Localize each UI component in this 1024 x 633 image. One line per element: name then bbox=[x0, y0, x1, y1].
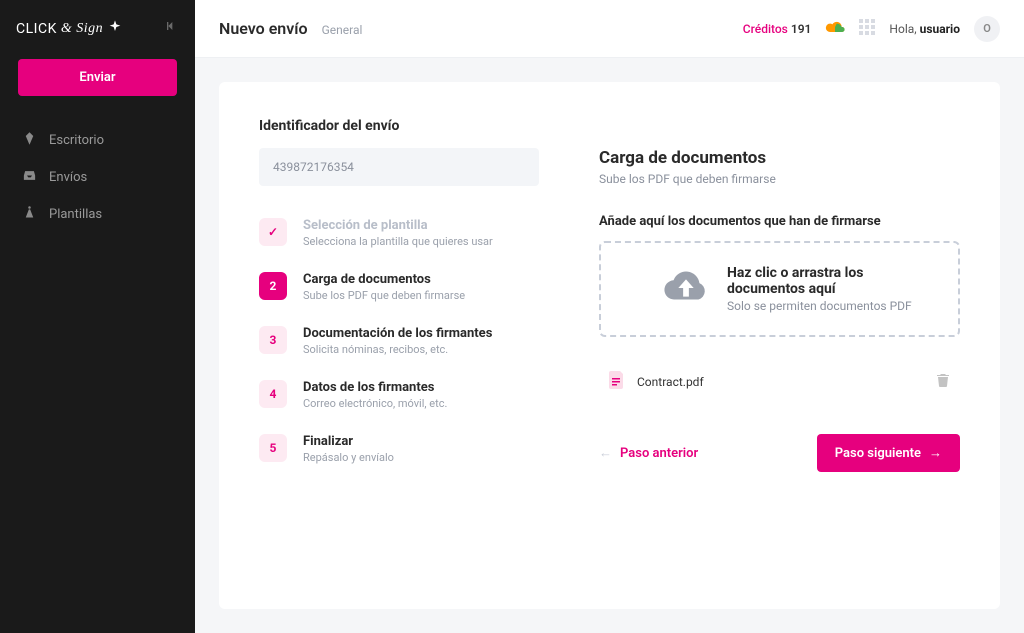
step-badge: 4 bbox=[259, 380, 287, 408]
step-content: Documentación de los firmantes Solicita … bbox=[303, 326, 539, 356]
upload-column: Carga de documentos Sube los PDF que deb… bbox=[599, 118, 960, 573]
next-step-button[interactable]: Paso siguiente → bbox=[817, 434, 960, 472]
greeting-user: usuario bbox=[920, 22, 960, 36]
user-greeting: Hola, usuario bbox=[889, 22, 960, 36]
logo-row: CLICK & Sign bbox=[0, 18, 195, 59]
next-label: Paso siguiente bbox=[835, 446, 921, 461]
arrow-right-icon: → bbox=[929, 445, 942, 461]
topbar-left: Nuevo envío General bbox=[219, 19, 362, 38]
upload-heading: Carga de documentos bbox=[599, 148, 960, 168]
credits-value: 191 bbox=[791, 22, 812, 36]
dropzone-sub: Solo se permiten documentos PDF bbox=[727, 299, 936, 313]
main-area: Nuevo envío General Créditos 191 Hola, u… bbox=[195, 0, 1024, 633]
prev-label: Paso anterior bbox=[620, 446, 698, 461]
step-content: Finalizar Repásalo y envíalo bbox=[303, 434, 539, 464]
sidebar-item-sends[interactable]: Envíos bbox=[0, 159, 195, 196]
topbar: Nuevo envío General Créditos 191 Hola, u… bbox=[195, 0, 1024, 58]
step-title: Carga de documentos bbox=[303, 272, 539, 287]
pdf-file-icon bbox=[609, 371, 625, 392]
page-title: Nuevo envío bbox=[219, 19, 308, 38]
file-name: Contract.pdf bbox=[637, 375, 924, 389]
wizard-step-1[interactable]: ✓ Selección de plantilla Selecciona la p… bbox=[259, 206, 539, 260]
rocket-icon bbox=[107, 19, 123, 39]
brand-text-a: CLICK bbox=[16, 21, 57, 37]
wizard-column: Identificador del envío 439872176354 ✓ S… bbox=[259, 118, 539, 573]
file-row: Contract.pdf bbox=[599, 359, 960, 404]
inbox-icon bbox=[22, 168, 37, 187]
arrow-left-icon: ← bbox=[599, 445, 612, 461]
identifier-label: Identificador del envío bbox=[259, 118, 539, 134]
apps-grid-icon[interactable] bbox=[859, 19, 875, 38]
collapse-sidebar-button[interactable] bbox=[163, 18, 179, 39]
sidebar-item-label: Escritorio bbox=[49, 133, 104, 148]
credits-label: Créditos bbox=[743, 22, 788, 36]
content-card: Identificador del envío 439872176354 ✓ S… bbox=[219, 82, 1000, 609]
brand-amp: & bbox=[61, 21, 72, 37]
dropzone[interactable]: Haz clic o arrastra los documentos aquí … bbox=[599, 241, 960, 337]
topbar-right: Créditos 191 Hola, usuario O bbox=[743, 16, 1000, 42]
avatar[interactable]: O bbox=[974, 16, 1000, 42]
step-content: Datos de los firmantes Correo electrónic… bbox=[303, 380, 539, 410]
wizard-step-5[interactable]: 5 Finalizar Repásalo y envíalo bbox=[259, 422, 539, 476]
cloud-upload-icon bbox=[623, 267, 709, 311]
step-title: Selección de plantilla bbox=[303, 218, 539, 233]
wizard-step-2[interactable]: 2 Carga de documentos Sube los PDF que d… bbox=[259, 260, 539, 314]
wizard-step-3[interactable]: 3 Documentación de los firmantes Solicit… bbox=[259, 314, 539, 368]
sidebar-item-label: Envíos bbox=[49, 170, 87, 185]
step-desc: Sube los PDF que deben firmarse bbox=[303, 289, 539, 302]
prev-step-button[interactable]: ← Paso anterior bbox=[599, 445, 698, 461]
dropzone-title: Haz clic o arrastra los documentos aquí bbox=[727, 265, 936, 297]
brand-text-b: Sign bbox=[76, 21, 103, 37]
step-badge: 3 bbox=[259, 326, 287, 354]
dropzone-text: Haz clic o arrastra los documentos aquí … bbox=[727, 265, 936, 313]
step-title: Datos de los firmantes bbox=[303, 380, 539, 395]
page-subtitle: General bbox=[322, 23, 363, 37]
step-desc: Repásalo y envíalo bbox=[303, 451, 539, 464]
compass-icon bbox=[22, 205, 37, 224]
upload-sub: Sube los PDF que deben firmarse bbox=[599, 172, 960, 186]
step-desc: Solicita nóminas, recibos, etc. bbox=[303, 343, 539, 356]
step-title: Documentación de los firmantes bbox=[303, 326, 539, 341]
sidebar-item-label: Plantillas bbox=[49, 207, 102, 222]
diamond-icon bbox=[22, 131, 37, 150]
step-content: Selección de plantilla Selecciona la pla… bbox=[303, 218, 539, 248]
delete-file-button[interactable] bbox=[936, 373, 950, 390]
step-desc: Selecciona la plantilla que quieres usar bbox=[303, 235, 539, 248]
step-badge: 2 bbox=[259, 272, 287, 300]
sidebar: CLICK & Sign Enviar Escritorio Envíos Pl… bbox=[0, 0, 195, 633]
step-title: Finalizar bbox=[303, 434, 539, 449]
wizard-nav: ← Paso anterior Paso siguiente → bbox=[599, 434, 960, 472]
add-docs-label: Añade aquí los documentos que han de fir… bbox=[599, 214, 960, 229]
step-badge: 5 bbox=[259, 434, 287, 462]
greeting-prefix: Hola, bbox=[889, 22, 916, 36]
identifier-value: 439872176354 bbox=[259, 148, 539, 186]
brand-logo: CLICK & Sign bbox=[16, 19, 123, 39]
cloud-icon[interactable] bbox=[825, 20, 845, 37]
sidebar-item-templates[interactable]: Plantillas bbox=[0, 196, 195, 233]
step-content: Carga de documentos Sube los PDF que deb… bbox=[303, 272, 539, 302]
step-badge: ✓ bbox=[259, 218, 287, 246]
step-desc: Correo electrónico, móvil, etc. bbox=[303, 397, 539, 410]
wizard-step-4[interactable]: 4 Datos de los firmantes Correo electrón… bbox=[259, 368, 539, 422]
credits: Créditos 191 bbox=[743, 22, 812, 36]
sidebar-item-desktop[interactable]: Escritorio bbox=[0, 122, 195, 159]
send-button[interactable]: Enviar bbox=[18, 59, 177, 96]
